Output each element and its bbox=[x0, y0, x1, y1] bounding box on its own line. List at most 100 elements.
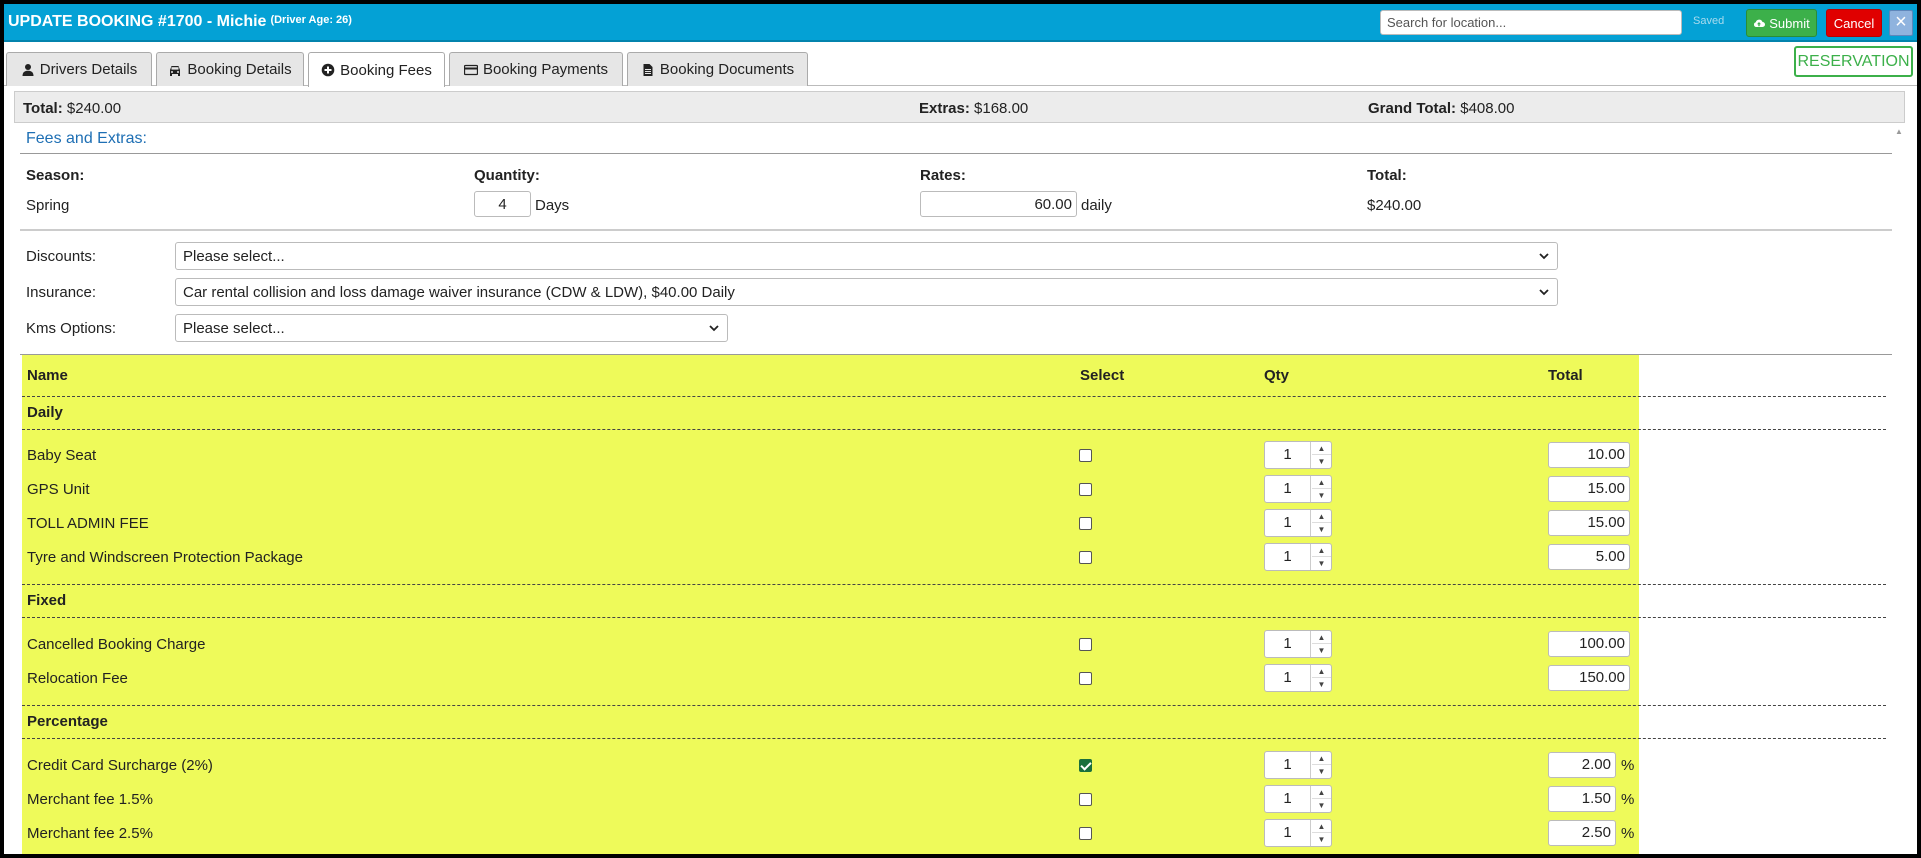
extra-total-input[interactable]: 10.00 bbox=[1548, 442, 1630, 468]
qty-value: 1 bbox=[1265, 476, 1311, 502]
page-title: UPDATE BOOKING #1700 - Michie (Driver Age… bbox=[8, 13, 352, 31]
qty-stepper[interactable]: 1 ▲ ▼ bbox=[1264, 819, 1332, 847]
column-header-total: Total bbox=[1548, 367, 1583, 384]
extra-name: Cancelled Booking Charge bbox=[27, 636, 206, 653]
extra-select-checkbox[interactable] bbox=[1079, 638, 1092, 651]
fees-total-label: Total: bbox=[1367, 167, 1407, 184]
season-value: Spring bbox=[26, 197, 70, 214]
tab-booking-documents[interactable]: Booking Documents bbox=[627, 52, 808, 86]
rates-input[interactable]: 60.00 bbox=[920, 191, 1077, 217]
stepper-down-icon[interactable]: ▼ bbox=[1312, 765, 1331, 778]
qty-stepper[interactable]: 1 ▲ ▼ bbox=[1264, 751, 1332, 779]
stepper-up-icon[interactable]: ▲ bbox=[1312, 665, 1331, 678]
stepper-up-icon[interactable]: ▲ bbox=[1312, 752, 1331, 765]
extra-select-checkbox[interactable] bbox=[1079, 827, 1092, 840]
extra-select-checkbox[interactable] bbox=[1079, 759, 1092, 772]
quantity-input[interactable]: 4 bbox=[474, 191, 531, 217]
credit-card-icon bbox=[463, 64, 478, 75]
column-header-qty: Qty bbox=[1264, 367, 1290, 384]
stepper-up-icon[interactable]: ▲ bbox=[1312, 544, 1331, 557]
stepper-down-icon[interactable]: ▼ bbox=[1312, 489, 1331, 502]
insurance-label: Insurance: bbox=[26, 284, 97, 301]
grand-total-summary: Grand Total: $408.00 bbox=[1368, 100, 1515, 117]
stepper-up-icon[interactable]: ▲ bbox=[1312, 510, 1331, 523]
qty-stepper[interactable]: 1 ▲ ▼ bbox=[1264, 441, 1332, 469]
extra-total-input[interactable]: 1.50 bbox=[1548, 786, 1616, 812]
qty-stepper[interactable]: 1 ▲ ▼ bbox=[1264, 785, 1332, 813]
qty-value: 1 bbox=[1265, 544, 1311, 570]
qty-stepper[interactable]: 1 ▲ ▼ bbox=[1264, 509, 1332, 537]
tab-drivers-details[interactable]: Drivers Details bbox=[6, 52, 152, 86]
extra-total-input[interactable]: 15.00 bbox=[1548, 510, 1630, 536]
totals-bar: Total: $240.00 Extras: $168.00 Grand Tot… bbox=[14, 91, 1905, 123]
total-summary: Total: $240.00 bbox=[23, 100, 122, 117]
extra-select-checkbox[interactable] bbox=[1079, 793, 1092, 806]
qty-stepper[interactable]: 1 ▲ ▼ bbox=[1264, 475, 1332, 503]
stepper-down-icon[interactable]: ▼ bbox=[1312, 557, 1331, 570]
qty-value: 1 bbox=[1265, 510, 1311, 536]
extra-select-checkbox[interactable] bbox=[1079, 517, 1092, 530]
extra-total-input[interactable]: 100.00 bbox=[1548, 631, 1630, 657]
stepper-up-icon[interactable]: ▲ bbox=[1312, 476, 1331, 489]
row-divider bbox=[22, 705, 1886, 706]
stepper-down-icon[interactable]: ▼ bbox=[1312, 455, 1331, 468]
stepper-up-icon[interactable]: ▲ bbox=[1312, 786, 1331, 799]
stepper-down-icon[interactable]: ▼ bbox=[1312, 523, 1331, 536]
tab-label: Booking Payments bbox=[482, 61, 609, 78]
fees-total-value: $240.00 bbox=[1367, 197, 1422, 214]
stepper-up-icon[interactable]: ▲ bbox=[1312, 631, 1331, 644]
percent-sign: % bbox=[1621, 757, 1635, 774]
extra-select-checkbox[interactable] bbox=[1079, 483, 1092, 496]
extra-total-input[interactable]: 15.00 bbox=[1548, 476, 1630, 502]
group-daily: Daily bbox=[27, 404, 63, 421]
cancel-button[interactable]: Cancel bbox=[1826, 9, 1882, 37]
row-divider bbox=[22, 617, 1886, 618]
extra-name: Relocation Fee bbox=[27, 670, 128, 687]
booking-title: UPDATE BOOKING #1700 - Michie bbox=[8, 13, 267, 30]
qty-stepper[interactable]: 1 ▲ ▼ bbox=[1264, 664, 1332, 692]
stepper-up-icon[interactable]: ▲ bbox=[1312, 820, 1331, 833]
extra-total-input[interactable]: 5.00 bbox=[1548, 544, 1630, 570]
extra-total-input[interactable]: 150.00 bbox=[1548, 665, 1630, 691]
stepper-down-icon[interactable]: ▼ bbox=[1312, 644, 1331, 657]
submit-button[interactable]: Submit bbox=[1746, 9, 1817, 37]
qty-value: 1 bbox=[1265, 442, 1311, 468]
qty-stepper[interactable]: 1 ▲ ▼ bbox=[1264, 543, 1332, 571]
extra-name: GPS Unit bbox=[27, 481, 90, 498]
rates-unit: daily bbox=[1081, 197, 1112, 214]
extra-total-input[interactable]: 2.00 bbox=[1548, 752, 1616, 778]
tab-booking-payments[interactable]: Booking Payments bbox=[449, 52, 623, 86]
tab-bar: Drivers Details Booking Details Booking … bbox=[4, 46, 1917, 87]
stepper-down-icon[interactable]: ▼ bbox=[1312, 833, 1331, 846]
stepper-down-icon[interactable]: ▼ bbox=[1312, 678, 1331, 691]
extra-select-checkbox[interactable] bbox=[1079, 551, 1092, 564]
qty-value: 1 bbox=[1265, 786, 1311, 812]
extra-select-checkbox[interactable] bbox=[1079, 672, 1092, 685]
tab-booking-details[interactable]: Booking Details bbox=[156, 52, 304, 86]
reservation-button[interactable]: RESERVATION bbox=[1794, 46, 1913, 77]
tab-booking-fees[interactable]: Booking Fees bbox=[308, 52, 445, 87]
stepper-down-icon[interactable]: ▼ bbox=[1312, 799, 1331, 812]
stepper-up-icon[interactable]: ▲ bbox=[1312, 442, 1331, 455]
chevron-down-icon bbox=[709, 325, 719, 332]
saved-status: Saved bbox=[1693, 15, 1725, 27]
qty-stepper[interactable]: 1 ▲ ▼ bbox=[1264, 630, 1332, 658]
row-divider bbox=[22, 584, 1886, 585]
kms-options-select[interactable]: Please select... bbox=[175, 314, 728, 342]
close-icon[interactable]: × bbox=[1889, 10, 1913, 36]
quantity-unit: Days bbox=[535, 197, 570, 214]
discounts-select[interactable]: Please select... bbox=[175, 242, 1558, 270]
submit-label: Submit bbox=[1769, 15, 1810, 31]
percent-sign: % bbox=[1621, 791, 1635, 808]
header-bar: UPDATE BOOKING #1700 - Michie (Driver Age… bbox=[4, 4, 1917, 42]
discounts-label: Discounts: bbox=[26, 248, 97, 265]
qty-value: 1 bbox=[1265, 820, 1311, 846]
location-search-input[interactable] bbox=[1380, 10, 1682, 35]
extra-total-input[interactable]: 2.50 bbox=[1548, 820, 1616, 846]
chevron-down-icon bbox=[1539, 289, 1549, 296]
insurance-value: Car rental collision and loss damage wai… bbox=[183, 283, 735, 301]
insurance-select[interactable]: Car rental collision and loss damage wai… bbox=[175, 278, 1558, 306]
extra-select-checkbox[interactable] bbox=[1079, 449, 1092, 462]
qty-value: 1 bbox=[1265, 665, 1311, 691]
group-fixed: Fixed bbox=[27, 592, 67, 609]
